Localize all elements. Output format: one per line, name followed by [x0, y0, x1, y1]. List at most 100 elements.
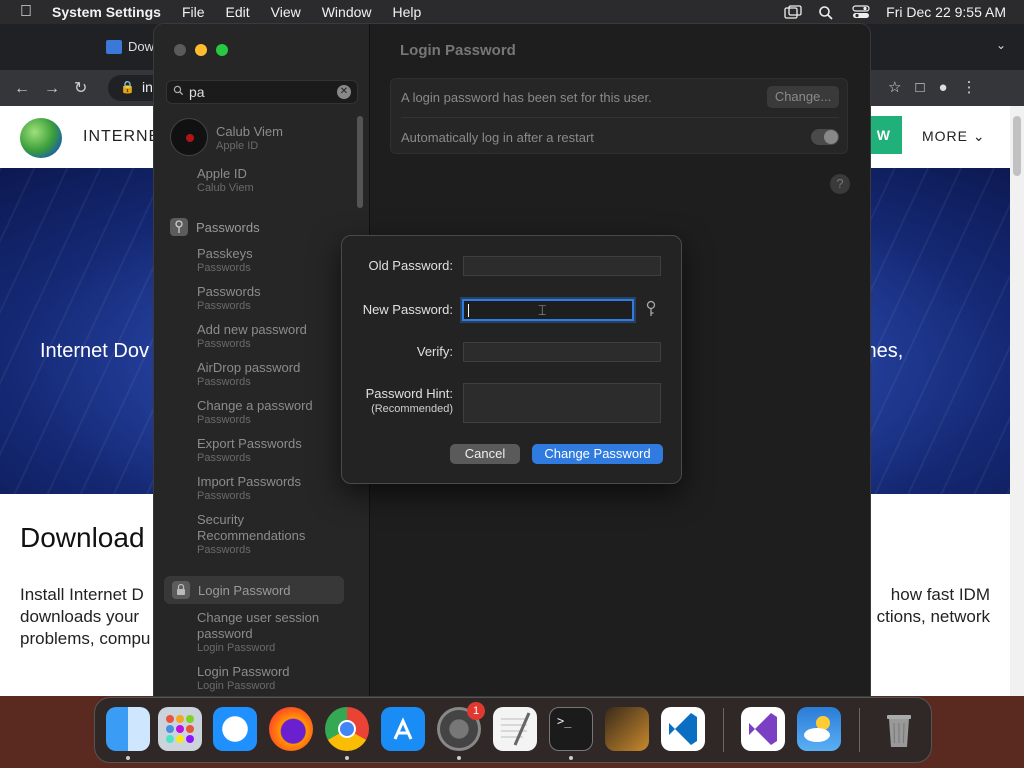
- minimize-window-button[interactable]: [195, 44, 207, 56]
- firefox-icon[interactable]: [269, 707, 313, 751]
- avatar[interactable]: [170, 118, 208, 156]
- auto-login-label: Automatically log in after a restart: [401, 130, 594, 145]
- screen-mirroring-icon[interactable]: [784, 5, 802, 19]
- sidebar-item-change-user-session-password[interactable]: Change user session password Login Passw…: [197, 610, 327, 655]
- sidebar-section-passwords[interactable]: Passwords: [170, 218, 260, 236]
- menu-help[interactable]: Help: [393, 4, 422, 20]
- visual-studio-icon[interactable]: [741, 707, 785, 751]
- para-line-3-left: problems, compu: [20, 629, 151, 648]
- page-title: Login Password: [400, 42, 516, 59]
- sidebar-item-add-new-password[interactable]: Add new password Passwords: [197, 322, 307, 351]
- menu-view[interactable]: View: [271, 4, 301, 20]
- menu-app-name[interactable]: System Settings: [52, 4, 161, 20]
- sidebar-section-login-password[interactable]: Login Password: [164, 576, 344, 604]
- sidebar-item-passwords[interactable]: Passwords Passwords: [197, 284, 261, 313]
- sidebar-item-label: Change user session password: [197, 610, 320, 641]
- browser-scrollbar[interactable]: [1010, 106, 1024, 696]
- running-indicator: [569, 756, 573, 760]
- hint-label-text: Password Hint:: [365, 386, 453, 401]
- auto-login-toggle[interactable]: [811, 129, 839, 145]
- notification-badge: 1: [467, 702, 485, 720]
- nav-buttons-icon[interactable]: ←→↻: [14, 78, 101, 98]
- address-text: in: [142, 79, 153, 95]
- chrome-icon[interactable]: [325, 707, 369, 751]
- verify-field[interactable]: [463, 342, 661, 362]
- cancel-button[interactable]: Cancel: [450, 444, 520, 464]
- tab-favicon-icon: [106, 40, 122, 54]
- dock: 1 >_: [94, 697, 932, 763]
- new-password-field[interactable]: [462, 299, 634, 321]
- weather-icon[interactable]: [797, 707, 841, 751]
- help-button[interactable]: ?: [830, 174, 850, 194]
- search-input[interactable]: [189, 84, 329, 100]
- menu-edit[interactable]: Edit: [226, 4, 250, 20]
- password-status-text: A login password has been set for this u…: [401, 90, 652, 105]
- control-center-icon[interactable]: [852, 5, 870, 19]
- sidebar-section-label: Passwords: [196, 219, 260, 235]
- spotlight-search-icon[interactable]: [818, 5, 836, 20]
- sidebar-item-user[interactable]: Calub Viem Apple ID: [216, 124, 283, 154]
- terminal-icon[interactable]: >_: [549, 707, 593, 751]
- app-store-icon[interactable]: [381, 707, 425, 751]
- window-controls: [174, 44, 228, 56]
- clear-icon[interactable]: ✕: [337, 85, 351, 99]
- running-indicator: [457, 756, 461, 760]
- vscode-icon[interactable]: [661, 707, 705, 751]
- sidebar-item-login-password[interactable]: Login Password Login Password: [197, 664, 290, 693]
- para-line-2-left: downloads your: [20, 607, 140, 626]
- chevron-down-icon: ⌄: [972, 128, 986, 144]
- finder-icon[interactable]: [106, 707, 150, 751]
- password-hint-label: Password Hint: (Recommended): [366, 386, 453, 415]
- para-line-2-right: ctions, network: [876, 607, 990, 626]
- text-cursor-icon: ⌶: [538, 302, 547, 318]
- sidebar-scrollbar[interactable]: [357, 116, 363, 208]
- sidebar-item-sub: Passwords: [197, 262, 251, 274]
- sidebar-item-security-recommendations[interactable]: Security Recommendations Passwords: [197, 512, 327, 557]
- password-assistant-key-icon[interactable]: [644, 300, 658, 318]
- close-window-button[interactable]: [174, 44, 186, 56]
- sidebar-item-label: Security Recommendations: [197, 512, 306, 543]
- launchpad-icon[interactable]: [158, 707, 202, 751]
- menu-window[interactable]: Window: [322, 4, 372, 20]
- password-hint-field[interactable]: [463, 383, 661, 423]
- change-password-button[interactable]: Change...: [767, 86, 839, 108]
- sidebar-item-import-passwords[interactable]: Import Passwords Passwords: [197, 474, 301, 503]
- sidebar-item-label: Apple ID: [197, 166, 247, 181]
- sidebar-item-label: Add new password: [197, 322, 307, 337]
- sidebar-item-sub: Passwords: [197, 300, 251, 312]
- sidebar-item-sub: Login Password: [197, 642, 276, 654]
- hero-text-left: Internet Dov: [40, 340, 149, 362]
- change-password-confirm-button[interactable]: Change Password: [532, 444, 663, 464]
- sidebar-item-sub: Passwords: [197, 490, 251, 502]
- menu-clock[interactable]: Fri Dec 22 9:55 AM: [886, 4, 1006, 20]
- menu-file[interactable]: File: [182, 4, 205, 20]
- sidebar-item-airdrop-password[interactable]: AirDrop password Passwords: [197, 360, 300, 389]
- sidebar-item-change-password[interactable]: Change a password Passwords: [197, 398, 313, 427]
- para-line-1-right: how fast IDM: [890, 585, 990, 604]
- zoom-window-button[interactable]: [216, 44, 228, 56]
- menu-bar:  System Settings File Edit View Window …: [0, 0, 1024, 24]
- tab-dropdown-icon[interactable]: ⌄: [996, 38, 1006, 52]
- verify-label: Verify:: [416, 344, 453, 359]
- site-logo-icon[interactable]: [20, 118, 62, 158]
- sidebar-item-label: Export Passwords: [197, 436, 302, 451]
- safari-icon[interactable]: [213, 707, 257, 751]
- sidebar-search[interactable]: ✕: [166, 80, 358, 104]
- trash-icon[interactable]: [877, 707, 921, 751]
- dock-separator: [723, 708, 724, 752]
- sidebar-item-sub: Calub Viem: [197, 182, 254, 194]
- textedit-icon[interactable]: [493, 707, 537, 751]
- sidebar-item-apple-id[interactable]: Apple ID Calub Viem: [197, 166, 254, 195]
- old-password-field[interactable]: [463, 256, 661, 276]
- key-icon: [170, 218, 188, 236]
- settings-sidebar: ✕ Calub Viem Apple ID Apple ID Calub Vie…: [154, 24, 370, 696]
- sidebar-item-passkeys[interactable]: Passkeys Passwords: [197, 246, 253, 275]
- sidebar-item-export-passwords[interactable]: Export Passwords Passwords: [197, 436, 302, 465]
- browser-toolbar-icons[interactable]: ☆□●⋮: [888, 78, 991, 96]
- sidebar-item-label: Import Passwords: [197, 474, 302, 489]
- garageband-icon[interactable]: [605, 707, 649, 751]
- browser-tab-title[interactable]: Dow: [128, 39, 154, 54]
- sidebar-section-label: Login Password: [198, 582, 291, 598]
- apple-menu-icon[interactable]: : [0, 3, 52, 21]
- site-more-menu[interactable]: MORE ⌄: [922, 128, 986, 145]
